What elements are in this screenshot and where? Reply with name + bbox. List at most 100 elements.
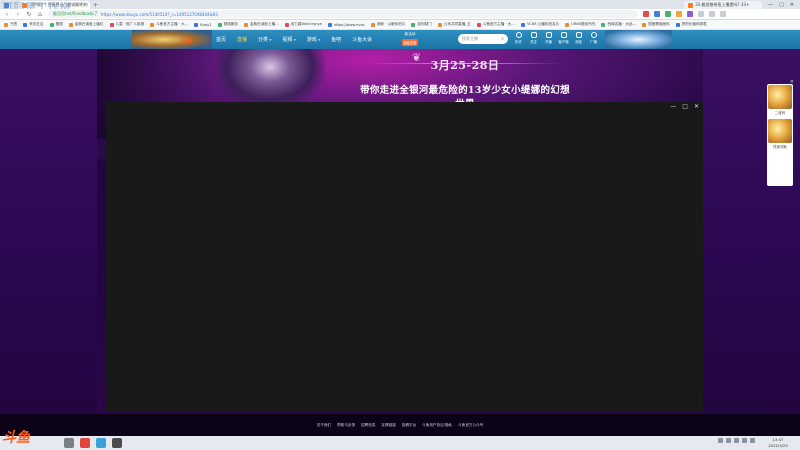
- bookmark-icon: [675, 22, 680, 27]
- video-overlay-window[interactable]: — □ ✕: [106, 102, 703, 411]
- client-download-button[interactable]: 客户端: [558, 32, 569, 44]
- footer-link[interactable]: 斗鱼官方公众号: [458, 423, 483, 428]
- header-banner-image[interactable]: [132, 30, 212, 49]
- maximize-button[interactable]: □: [779, 2, 784, 8]
- nav-item-video[interactable]: 视频 ▾: [282, 36, 295, 43]
- follow-button[interactable]: 关注: [528, 32, 539, 44]
- overlay-minimize-button[interactable]: —: [670, 103, 676, 110]
- home-icon[interactable]: ⌂: [37, 11, 43, 18]
- footer-link[interactable]: 关于我们: [317, 423, 331, 428]
- close-button[interactable]: ✕: [790, 2, 794, 8]
- bookmark-icon: [327, 22, 332, 27]
- bookmark-item[interactable]: 搜速需用面你: [642, 22, 670, 27]
- bookmark-icon: [243, 22, 248, 27]
- bookmark-item[interactable]: 我家 · 以服你拍片: [370, 22, 405, 27]
- header-icon-group: 历史 关注 开播 客户端 消息 广播: [513, 32, 599, 44]
- overlay-maximize-button[interactable]: □: [682, 103, 688, 110]
- footer-link[interactable]: 帮助与反馈: [337, 423, 355, 428]
- extension-icon[interactable]: [654, 11, 660, 17]
- search-box[interactable]: 搜索主播 ⌕: [458, 34, 508, 44]
- taskbar-app-icon[interactable]: [112, 438, 122, 448]
- nav-item-games[interactable]: 游戏 ▾: [307, 36, 320, 43]
- nav-item-category[interactable]: 分类 ▾: [258, 36, 271, 43]
- site-logo[interactable]: 斗鱼: [180, 36, 192, 45]
- browser-tab[interactable]: 33 着游曾带直上播提吗? 33+: [684, 1, 763, 9]
- taskbar-search-icon[interactable]: [64, 438, 74, 448]
- bookmark-item[interactable]: 斗鱼官方主播 · 大…: [476, 22, 515, 27]
- bookmark-icon: [194, 22, 199, 27]
- search-input[interactable]: 搜索主播: [462, 36, 478, 42]
- bookmark-item[interactable]: 如何制门: [411, 22, 432, 27]
- extension-icon[interactable]: [665, 11, 671, 17]
- tray-icon[interactable]: [726, 438, 731, 443]
- bookmark-icon: [437, 22, 442, 27]
- minimize-button[interactable]: —: [768, 2, 773, 8]
- promo-button[interactable]: 超级宝箱: [401, 39, 419, 46]
- history-button[interactable]: 历史: [513, 32, 524, 44]
- widget-close-button[interactable]: ×: [790, 79, 794, 85]
- site-header: 斗鱼 首页 直播 分类 ▾ 视频 ▾ 游戏 ▾ 鱼吧 斗鱼大会 新活动 超级宝箱…: [0, 30, 800, 49]
- clock-icon: [515, 32, 522, 38]
- bookmark-item[interactable]: UINIX推你所先: [565, 22, 595, 27]
- tray-icon[interactable]: [718, 438, 723, 443]
- footer-link[interactable]: 招聘信息: [361, 423, 375, 428]
- address-bar: ‹ › ↻ ⌂ 能否用net/fixedbox标了 https://www.do…: [0, 9, 800, 20]
- promo-badge[interactable]: 新活动 超级宝箱: [398, 32, 422, 47]
- reload-icon[interactable]: ↻: [26, 11, 32, 18]
- bookmark-item[interactable]: 设力建Working·ge: [284, 22, 322, 27]
- forward-arrow-icon[interactable]: ›: [15, 11, 21, 18]
- bookmark-item[interactable]: 书签: [4, 22, 17, 27]
- bookmark-item[interactable]: 西城名播 · 大品…: [601, 22, 636, 27]
- nav-item-live[interactable]: 直播: [237, 36, 247, 43]
- start-stream-button[interactable]: 开播: [543, 32, 554, 44]
- footer-link[interactable]: 斗鱼用户协议/隐私: [422, 423, 452, 428]
- footer-link[interactable]: 友情链接: [381, 423, 395, 428]
- extension-icon[interactable]: [643, 11, 649, 17]
- url-field[interactable]: 能否用net/fixedbox标了 https://www.douyu.com/…: [48, 10, 638, 18]
- taskbar-app-icon[interactable]: [80, 438, 90, 448]
- nav-item-home[interactable]: 首页: [216, 36, 226, 43]
- extension-icon[interactable]: [709, 11, 715, 17]
- bookmark-icon: [4, 22, 8, 27]
- user-avatar-banner[interactable]: [605, 30, 672, 49]
- site-footer: 关于我们 帮助与反馈 招聘信息 友情链接 投稿平台 斗鱼用户协议/隐私 斗鱼官方…: [0, 414, 800, 436]
- bookmark-item[interactable]: 斗鱼官方主播 · 大…: [150, 22, 188, 27]
- floating-ad-widget[interactable]: × 二维码 快速领取: [767, 79, 794, 186]
- extension-icon[interactable]: [698, 11, 704, 17]
- tab-favicon-icon: [688, 2, 694, 8]
- nav-item-conference[interactable]: 斗鱼大会: [352, 36, 372, 43]
- bookmark-item[interactable]: 刚强服务: [217, 22, 238, 27]
- bookmark-item[interactable]: 拼的价值网排表: [675, 22, 707, 27]
- taskbar-browser-icon[interactable]: [96, 438, 106, 448]
- bookmark-icon: [23, 22, 28, 27]
- menu-icon[interactable]: [720, 11, 726, 17]
- new-tab-button[interactable]: +: [90, 2, 101, 9]
- event-date: 3月25-28日: [430, 59, 500, 72]
- overlay-close-button[interactable]: ✕: [694, 103, 699, 110]
- bookmark-item[interactable]: VC68 公播你拍名片: [520, 22, 559, 27]
- nav-item-forum[interactable]: 鱼吧: [331, 36, 341, 43]
- language-icon[interactable]: [750, 438, 755, 443]
- bookmark-item[interactable]: 公司共同直播_五: [437, 22, 471, 27]
- bookmark-item[interactable]: 儿童 · 推广人前报: [109, 22, 144, 27]
- widget-image-bottom[interactable]: [768, 119, 792, 143]
- broadcast-button[interactable]: 广播: [588, 32, 599, 44]
- messages-button[interactable]: 消息: [573, 32, 584, 44]
- back-arrow-icon[interactable]: ‹: [4, 11, 10, 18]
- extension-icon[interactable]: [676, 11, 682, 17]
- bookmark-item[interactable]: 有关社区: [23, 22, 44, 27]
- bookmark-item[interactable]: 图搜: [49, 22, 63, 27]
- system-clock[interactable]: 13:47 2022/3/25: [758, 437, 798, 448]
- bookmark-item[interactable]: 金典在读股上播…: [243, 22, 279, 27]
- chevron-down-icon: ▾: [269, 38, 272, 42]
- volume-icon[interactable]: [742, 438, 747, 443]
- footer-link[interactable]: 投稿平台: [402, 423, 416, 428]
- bookmark-item[interactable]: https://www.evoc: [327, 22, 365, 27]
- bookmark-icon: [109, 22, 114, 27]
- search-icon[interactable]: ⌕: [501, 36, 504, 42]
- extension-icon[interactable]: [687, 11, 693, 17]
- bookmark-item[interactable]: 金典在读股上播红: [68, 22, 104, 27]
- network-icon[interactable]: [734, 438, 739, 443]
- widget-image-top[interactable]: [768, 85, 792, 109]
- bookmark-item[interactable]: Ruby2: [194, 22, 212, 27]
